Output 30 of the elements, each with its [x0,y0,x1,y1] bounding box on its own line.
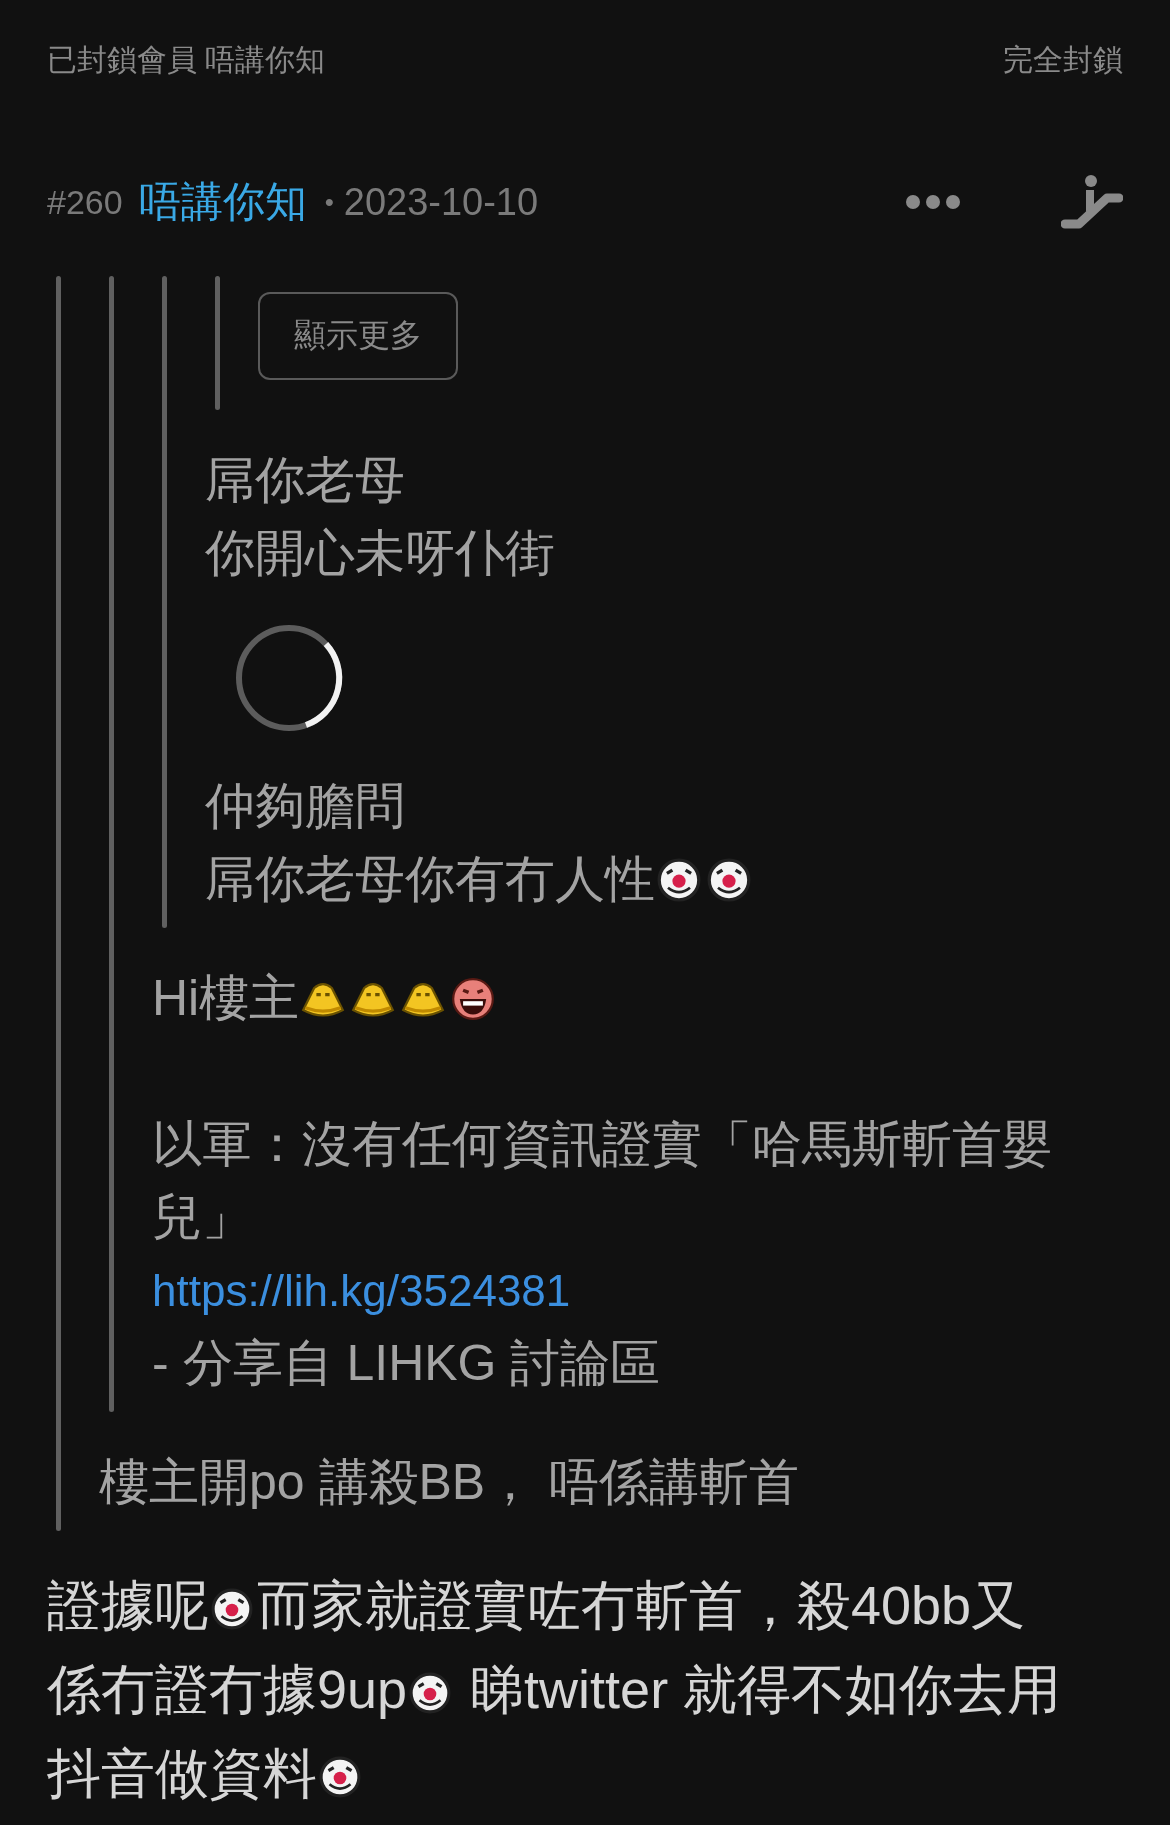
separator-dot: • [324,186,334,218]
reply-text: 係冇證冇據9up [47,1659,408,1719]
reply-text: 睇twitter 就得不如你去用 [469,1659,1062,1719]
quote-text: 屌你老母 [205,452,405,508]
quote-text: 屌你老母你有冇人性 [205,851,655,907]
clown-emoji-icon [707,858,751,902]
more-icon[interactable] [905,194,961,210]
reply-text: 抖音做資料 [47,1743,317,1803]
quote-text: - 分享自 LIHKG 討論區 [152,1335,661,1391]
quote-text: Hi樓主 [152,970,300,1026]
quote-text: 樓主開po 講殺BB， 唔係講斬首 [99,1454,800,1510]
show-more-button[interactable]: 顯示更多 [258,292,458,380]
quote-text: 仲夠膽問 [205,778,405,834]
quote-text: 你開心未呀仆街 [205,525,555,581]
post-date: 2023-10-10 [343,180,539,224]
laughing-emoji-icon [451,977,496,1021]
quote-text: 以軍：沒有任何資訊證實「哈馬斯斬首嬰 [152,1116,1052,1172]
author-name[interactable]: 唔講你知 [138,174,307,230]
escalator-icon[interactable] [1061,174,1123,230]
post-number: #260 [47,182,123,222]
block-fully-link[interactable]: 完全封鎖 [1003,39,1123,81]
reply-text: 而家就證實咗冇斬首，殺40bb又 [257,1575,1026,1635]
quote-text: 兒」 [152,1189,252,1245]
clown-emoji-icon [409,1672,452,1714]
blocked-member-notice: 已封鎖會員 唔講你知 [47,41,326,78]
clown-emoji-icon [657,858,701,902]
clown-emoji-icon [319,1756,361,1798]
reply-text: 證據呢 [47,1575,209,1635]
share-link[interactable]: https://lih.kg/3524381 [152,1254,571,1327]
clown-emoji-icon [211,1588,253,1630]
